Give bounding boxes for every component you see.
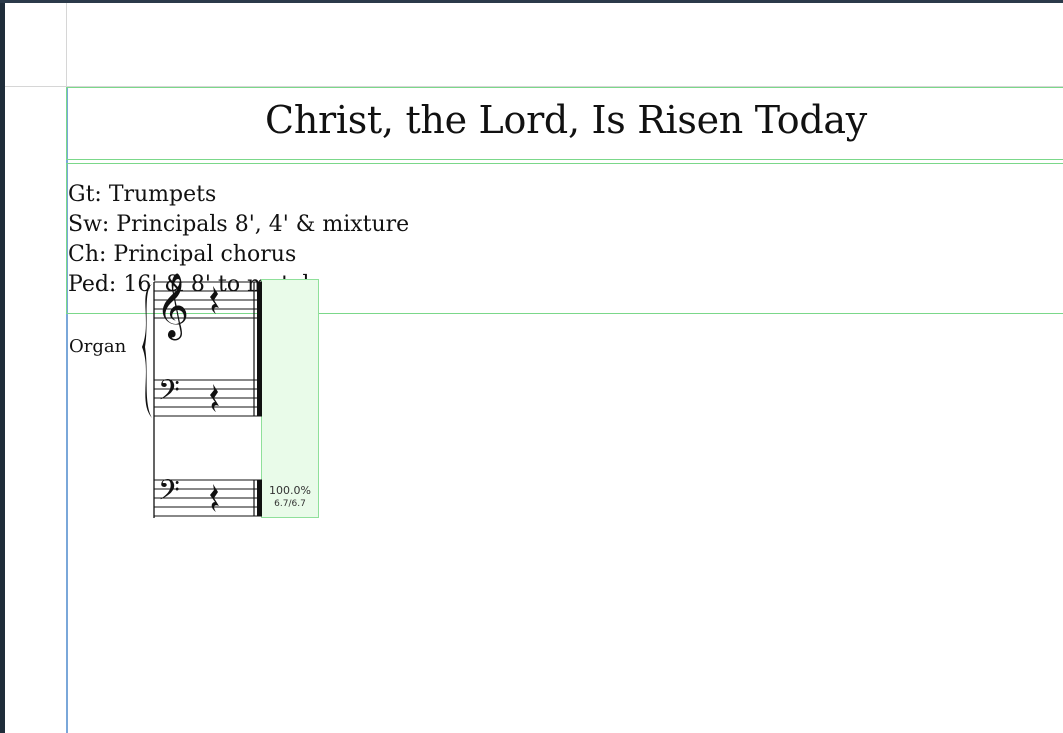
instrument-label: Organ: [69, 336, 127, 357]
organ-system[interactable]: 𝄞 𝄢 𝄢: [130, 262, 330, 522]
bass-clef-icon: 𝄢: [158, 374, 180, 414]
final-barline-thick: [257, 282, 262, 416]
treble-clef-icon: 𝄞: [156, 273, 189, 340]
pedal-bass-clef-icon: 𝄢: [158, 474, 180, 514]
registration-swell: Sw: Principals 8', 4' & mixture: [68, 212, 410, 237]
brace-icon: [142, 284, 152, 418]
page-left-margin-line: [66, 3, 67, 87]
pedal-final-barline-thick: [257, 480, 262, 516]
score-title[interactable]: Christ, the Lord, Is Risen Today: [66, 98, 1063, 142]
registration-great: Gt: Trumpets: [68, 182, 217, 207]
